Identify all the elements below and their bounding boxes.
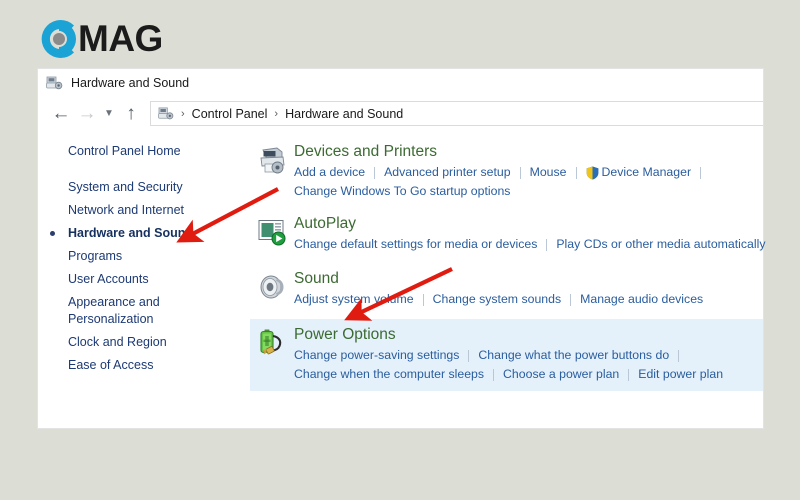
printer-icon — [250, 141, 294, 175]
breadcrumb-separator: › — [181, 107, 185, 120]
link-divider — [575, 166, 577, 179]
up-arrow-icon: ↑ — [126, 103, 136, 124]
link-advanced-printer-setup[interactable]: Advanced printer setup — [384, 163, 510, 182]
link-adjust-system-volume[interactable]: Adjust system volume — [294, 290, 414, 309]
link-edit-power-plan[interactable]: Edit power plan — [638, 365, 723, 384]
link-divider — [468, 349, 470, 362]
category-list: Devices and Printers Add a device Advanc… — [250, 130, 766, 428]
link-change-power-saving-settings[interactable]: Change power-saving settings — [294, 346, 459, 365]
link-play-cds-or-other-media-automatically[interactable]: Play CDs or other media automatically — [556, 235, 765, 254]
chevron-down-icon: ▼ — [104, 107, 114, 119]
devices-and-printers-icon — [46, 76, 63, 90]
back-arrow-icon: ← — [51, 103, 71, 124]
sidebar-item-network-and-internet[interactable]: Network and Internet — [38, 199, 250, 222]
link-divider — [493, 368, 495, 381]
link-change-when-the-computer-sleeps[interactable]: Change when the computer sleeps — [294, 365, 484, 384]
link-row: Change Windows To Go startup options — [294, 182, 763, 201]
sidebar-item-ease-of-access[interactable]: Ease of Access — [38, 354, 250, 377]
recent-locations-button[interactable]: ▼ — [100, 101, 118, 127]
logo-text: MAG — [78, 18, 163, 59]
control-panel-window: Hardware and Sound ← → ▼ ↑ › Control Pan… — [38, 69, 766, 428]
section-devices-and-printers: Devices and Printers Add a device Advanc… — [250, 138, 763, 204]
uac-shield-icon — [586, 166, 598, 179]
link-divider — [519, 166, 521, 179]
section-autoplay: AutoPlay Change default settings for med… — [250, 210, 766, 257]
link-divider — [422, 293, 424, 306]
breadcrumb-hardware-and-sound[interactable]: Hardware and Sound — [285, 107, 403, 121]
link-mouse[interactable]: Mouse — [530, 163, 567, 182]
section-title-sound[interactable]: Sound — [294, 269, 763, 289]
link-divider — [546, 238, 548, 251]
speaker-icon — [250, 268, 294, 302]
breadcrumb-control-panel[interactable]: Control Panel — [192, 107, 268, 121]
link-divider — [678, 349, 680, 362]
breadcrumb-separator: › — [274, 107, 279, 120]
forward-arrow-icon: → — [77, 103, 97, 124]
link-choose-a-power-plan[interactable]: Choose a power plan — [503, 365, 619, 384]
link-row: Change default settings for media or dev… — [294, 235, 766, 254]
link-divider — [700, 166, 702, 179]
autoplay-icon — [250, 213, 294, 247]
section-title-power-options[interactable]: Power Options — [294, 325, 763, 345]
control-panel-icon — [158, 107, 174, 120]
link-change-default-settings-for-media-or-devices[interactable]: Change default settings for media or dev… — [294, 235, 537, 254]
site-logo: MAG — [36, 16, 163, 62]
section-body: Power Options Change power-saving settin… — [294, 324, 763, 384]
battery-icon — [250, 324, 294, 358]
link-divider — [628, 368, 630, 381]
section-title-autoplay[interactable]: AutoPlay — [294, 214, 763, 234]
section-body: AutoPlay Change default settings for med… — [294, 213, 766, 254]
link-add-a-device[interactable]: Add a device — [294, 163, 365, 182]
up-one-level-button[interactable]: ↑ — [118, 101, 144, 127]
sidebar-item-programs[interactable]: Programs — [38, 245, 250, 268]
c-circle-logo-icon — [41, 20, 76, 59]
link-divider — [374, 166, 376, 179]
sidebar-item-system-and-security[interactable]: System and Security — [38, 176, 250, 199]
back-button[interactable]: ← — [48, 101, 74, 127]
link-manage-audio-devices[interactable]: Manage audio devices — [580, 290, 703, 309]
sidebar-item-appearance-and-personalization[interactable]: Appearance and Personalization — [38, 291, 186, 331]
sidebar-item-hardware-and-sound[interactable]: Hardware and Sound — [38, 222, 250, 245]
link-change-windows-to-go-startup-options[interactable]: Change Windows To Go startup options — [294, 182, 510, 201]
link-change-what-the-power-buttons-do[interactable]: Change what the power buttons do — [478, 346, 669, 365]
window-titlebar: Hardware and Sound — [38, 69, 763, 97]
link-row: Adjust system volume Change system sound… — [294, 290, 763, 309]
window-content: Control Panel Home System and Security N… — [38, 130, 766, 428]
link-row: Change power-saving settings Change what… — [294, 346, 763, 365]
forward-button[interactable]: → — [74, 101, 100, 127]
address-bar[interactable]: › Control Panel › Hardware and Sound — [150, 101, 763, 126]
section-sound: Sound Adjust system volume Change system… — [250, 265, 763, 312]
sidebar-item-clock-and-region[interactable]: Clock and Region — [38, 331, 250, 354]
section-power-options[interactable]: Power Options Change power-saving settin… — [250, 319, 763, 391]
sidebar-item-user-accounts[interactable]: User Accounts — [38, 268, 250, 291]
link-divider — [570, 293, 572, 306]
link-device-manager[interactable]: Device Manager — [602, 163, 692, 182]
link-change-system-sounds[interactable]: Change system sounds — [433, 290, 562, 309]
link-row: Change when the computer sleeps Choose a… — [294, 365, 763, 384]
section-body: Devices and Printers Add a device Advanc… — [294, 141, 763, 201]
sidebar: Control Panel Home System and Security N… — [38, 130, 250, 428]
sidebar-item-control-panel-home[interactable]: Control Panel Home — [38, 140, 250, 163]
navigation-bar: ← → ▼ ↑ › Control Panel › Hardware and S… — [38, 97, 763, 130]
section-title-devices-and-printers[interactable]: Devices and Printers — [294, 142, 763, 162]
section-body: Sound Adjust system volume Change system… — [294, 268, 763, 309]
link-row: Add a device Advanced printer setup Mous… — [294, 163, 763, 182]
window-title: Hardware and Sound — [71, 76, 190, 90]
